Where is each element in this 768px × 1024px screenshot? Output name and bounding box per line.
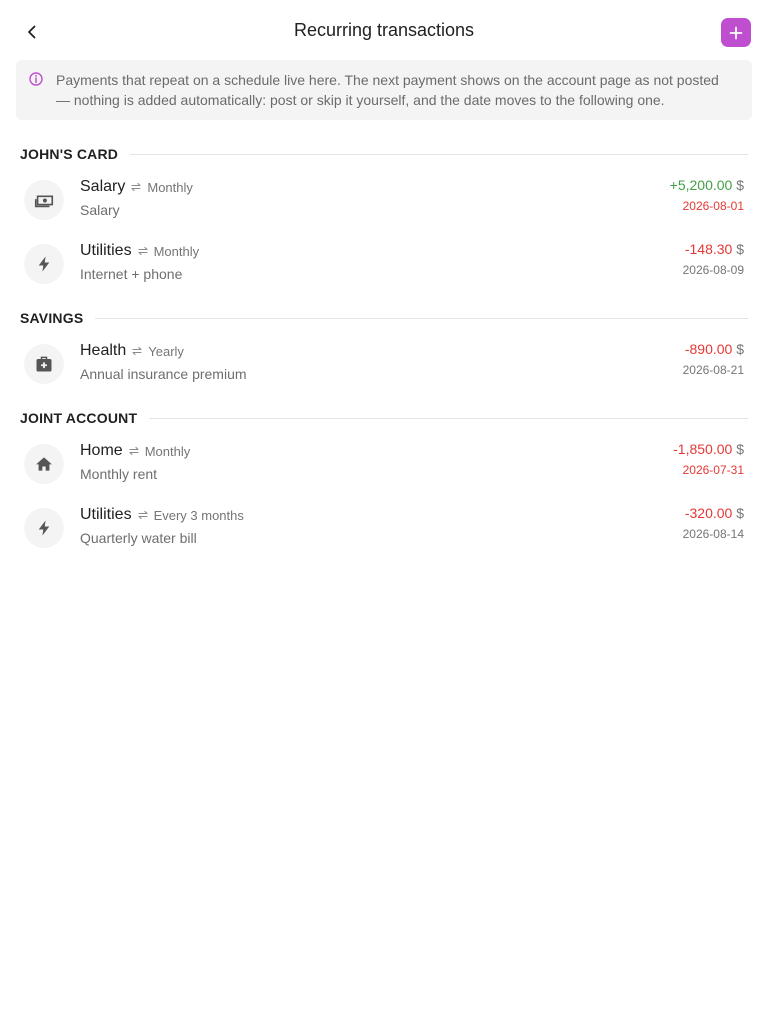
repeat-icon [137,245,149,257]
add-recurring-button[interactable] [721,18,751,47]
lightning-icon [38,520,50,536]
frequency-label: Monthly [147,179,193,195]
app-header: Recurring transactions [0,0,768,64]
cash-icon [34,195,54,208]
info-icon [29,72,43,86]
transaction-amount: -148.30 $ [685,241,744,257]
plus-icon [729,26,743,39]
next-date: 2026-08-14 [682,527,744,541]
recurring-row[interactable]: Home Monthly Monthly rent -1,850.00 $ 20… [0,440,768,500]
section-divider [130,153,748,155]
transaction-name: Utilities [80,506,132,523]
recurring-row[interactable]: Utilities Monthly Internet + phone -148.… [0,240,768,300]
next-date: 2026-08-01 [682,199,744,213]
frequency-label: Every 3 months [153,507,244,523]
transaction-name: Home [80,442,123,459]
lightning-icon [38,256,50,272]
transaction-description: Annual insurance premium [80,366,247,382]
category-avatar [24,508,64,548]
section-header: JOINT ACCOUNT [20,408,748,428]
repeat-icon [131,345,143,357]
category-avatar [24,344,64,384]
frequency-label: Yearly [148,343,184,359]
frequency-label: Monthly [153,243,200,259]
transaction-amount: -320.00 $ [685,505,744,521]
repeat-icon [128,445,140,457]
category-avatar [24,444,64,484]
transaction-name: Utilities [80,242,132,259]
transaction-amount: -890.00 $ [685,341,744,357]
section-divider [149,417,748,419]
repeat-icon [137,509,149,521]
info-text: Payments that repeat on a schedule live … [56,72,719,108]
amount-value: -148.30 [684,241,733,257]
transaction-amount: -1,850.00 $ [673,441,744,457]
transaction-description: Internet + phone [80,266,183,282]
transaction-name: Salary [80,178,126,195]
section-header: SAVINGS [20,308,748,328]
recurring-row[interactable]: Salary Monthly Salary +5,200.00 $ 2026-0… [0,176,768,236]
frequency-label: Monthly [144,443,191,459]
currency-symbol: $ [736,341,744,357]
section-title: JOINT ACCOUNT [20,410,138,426]
medical-bag-icon [36,356,52,372]
category-avatar [24,180,64,220]
currency-symbol: $ [736,177,744,193]
currency-symbol: $ [736,505,744,521]
next-date: 2026-07-31 [682,463,744,477]
section-divider [95,317,748,319]
section-title: SAVINGS [20,310,84,326]
info-banner: Payments that repeat on a schedule live … [16,60,752,120]
transaction-description: Quarterly water bill [80,530,197,546]
next-date: 2026-08-09 [682,263,744,277]
home-icon [36,457,52,471]
transaction-description: Monthly rent [80,466,158,482]
transaction-description: Salary [80,202,120,218]
section-header: JOHN'S CARD [20,144,748,164]
recurring-row[interactable]: Health Yearly Annual insurance premium -… [0,340,768,400]
amount-value: -320.00 [684,505,733,521]
amount-value: +5,200.00 [669,177,733,193]
transaction-amount: +5,200.00 $ [670,177,744,193]
page-title: Recurring transactions [293,20,475,40]
transaction-name: Health [80,342,127,359]
next-date: 2026-08-21 [682,363,744,377]
amount-value: -1,850.00 [673,441,733,457]
currency-symbol: $ [736,441,744,457]
recurring-row[interactable]: Utilities Every 3 months Quarterly water… [0,504,768,564]
repeat-icon [130,181,142,193]
section-title: JOHN'S CARD [20,146,119,162]
category-avatar [24,244,64,284]
amount-value: -890.00 [684,341,733,357]
currency-symbol: $ [736,241,744,257]
